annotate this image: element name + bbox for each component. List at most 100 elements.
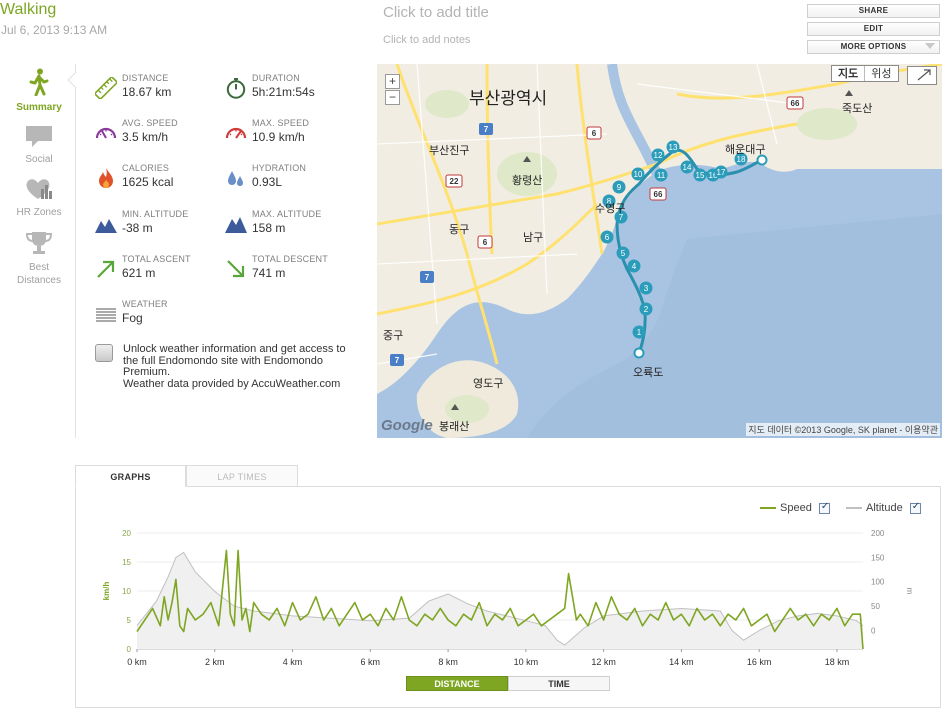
notes-field[interactable]: Click to add notes bbox=[383, 34, 470, 46]
svg-text:11: 11 bbox=[657, 171, 666, 180]
legend-swatch-speed bbox=[760, 507, 776, 510]
map-label-suyeong: 수영구 bbox=[595, 203, 626, 215]
svg-text:12: 12 bbox=[654, 151, 663, 160]
distance-toggle[interactable]: DISTANCE bbox=[406, 676, 508, 691]
speed-checkbox[interactable] bbox=[818, 501, 830, 514]
svg-text:4: 4 bbox=[632, 262, 637, 271]
x-tick: 0 km bbox=[127, 657, 147, 667]
svg-text:17: 17 bbox=[717, 168, 726, 177]
stat-label: MAX. ALTITUDE bbox=[252, 209, 322, 219]
nav-divider bbox=[75, 64, 76, 438]
ruler-icon bbox=[95, 77, 117, 99]
x-tick: 14 km bbox=[669, 657, 694, 667]
stat-label: DISTANCE bbox=[122, 73, 169, 83]
y-tick-left: 15 bbox=[122, 558, 131, 567]
map-type-satellite-button[interactable]: 위성 bbox=[865, 66, 897, 81]
stat-label: TOTAL DESCENT bbox=[252, 254, 328, 264]
map-label-bongnae: 봉래산 bbox=[439, 421, 470, 433]
stat-label: CALORIES bbox=[122, 163, 170, 173]
map-label-jung: 중구 bbox=[383, 330, 404, 342]
map-type-toggle[interactable]: 지도 위성 bbox=[831, 65, 899, 82]
stat-value: 621 m bbox=[122, 266, 156, 280]
tab-lap-times[interactable]: LAP TIMES bbox=[186, 465, 298, 487]
x-tick: 6 km bbox=[361, 657, 381, 667]
x-tick: 2 km bbox=[205, 657, 225, 667]
chart-legend: Speed Altitude bbox=[760, 501, 921, 514]
y-tick-left: 5 bbox=[127, 616, 132, 625]
tab-graphs[interactable]: GRAPHS bbox=[75, 465, 186, 487]
activity-date: Jul 6, 2013 9:13 AM bbox=[1, 23, 108, 37]
nav-pointer bbox=[67, 71, 85, 89]
expand-icon bbox=[917, 69, 931, 81]
chat-bubble-icon bbox=[26, 126, 52, 147]
legend-swatch-altitude bbox=[846, 507, 862, 510]
svg-text:66: 66 bbox=[791, 99, 800, 108]
premium-notice-text: Unlock weather information and get acces… bbox=[123, 343, 346, 378]
svg-text:66: 66 bbox=[654, 190, 663, 199]
more-options-button[interactable]: MORE OPTIONS bbox=[807, 40, 940, 54]
walking-icon bbox=[29, 68, 49, 97]
y-tick-right: 100 bbox=[871, 578, 885, 587]
y-tick-right: 0 bbox=[871, 626, 876, 635]
nav-item-best-distances[interactable]: Best Distances bbox=[8, 230, 70, 287]
stat-label: HYDRATION bbox=[252, 163, 307, 173]
nav-item-summary[interactable]: Summary bbox=[8, 68, 70, 114]
stat-value: -38 m bbox=[122, 221, 153, 235]
map-canvas: 1 2 3 4 5 6 7 8 9 10 11 12 13 14 15 16 1… bbox=[377, 64, 942, 438]
premium-icon bbox=[95, 344, 113, 362]
title-field[interactable]: Click to add title bbox=[383, 4, 489, 21]
stat-value: 0.93L bbox=[252, 175, 283, 189]
nav-label-social: Social bbox=[25, 154, 53, 165]
fullscreen-button[interactable] bbox=[907, 66, 937, 85]
svg-text:9: 9 bbox=[617, 183, 622, 192]
altitude-checkbox[interactable] bbox=[909, 501, 921, 514]
map-label-dongbaek: 죽도산 bbox=[842, 103, 873, 115]
svg-text:22: 22 bbox=[450, 177, 459, 186]
nav-item-hr-zones[interactable]: HR Zones bbox=[8, 177, 70, 219]
more-options-label: MORE OPTIONS bbox=[840, 42, 907, 51]
route-map[interactable]: 1 2 3 4 5 6 7 8 9 10 11 12 13 14 15 16 1… bbox=[377, 64, 942, 438]
svg-text:6: 6 bbox=[483, 238, 488, 247]
speedometer-max-icon bbox=[225, 127, 247, 139]
stat-value: 741 m bbox=[252, 266, 286, 280]
map-label-yeongdo: 영도구 bbox=[473, 378, 504, 390]
stat-value: 1625 kcal bbox=[122, 175, 174, 189]
mountain-icon bbox=[95, 219, 117, 233]
chevron-down-icon bbox=[925, 43, 935, 49]
nav-label-summary: Summary bbox=[16, 102, 62, 113]
svg-text:7: 7 bbox=[484, 125, 489, 134]
zoom-in-button[interactable]: + bbox=[385, 74, 400, 89]
y-tick-left: 10 bbox=[122, 587, 131, 596]
heart-chart-icon bbox=[26, 179, 52, 199]
map-copyright[interactable]: 지도 데이터 ©2013 Google, SK planet - 이용약관 bbox=[746, 423, 940, 436]
zoom-out-button[interactable]: − bbox=[385, 90, 400, 105]
stat-label: MAX. SPEED bbox=[252, 118, 310, 128]
fog-icon bbox=[96, 308, 116, 322]
svg-text:14: 14 bbox=[683, 163, 692, 172]
time-toggle[interactable]: TIME bbox=[508, 676, 610, 691]
x-tick: 4 km bbox=[283, 657, 303, 667]
share-button[interactable]: SHARE bbox=[807, 4, 940, 18]
svg-text:1: 1 bbox=[637, 328, 642, 337]
y-tick-right: 150 bbox=[871, 553, 885, 562]
nav-label-hr-zones: HR Zones bbox=[16, 207, 62, 218]
water-drops-icon bbox=[228, 171, 243, 186]
stat-label: AVG. SPEED bbox=[122, 118, 178, 128]
stat-label: MIN. ALTITUDE bbox=[122, 209, 189, 219]
flame-icon bbox=[99, 168, 113, 188]
x-tick: 18 km bbox=[825, 657, 850, 667]
trophy-icon bbox=[25, 232, 53, 254]
nav-item-social[interactable]: Social bbox=[8, 124, 70, 166]
stat-value: 5h:21m:54s bbox=[252, 85, 315, 99]
x-tick: 12 km bbox=[591, 657, 616, 667]
y-tick-left: 20 bbox=[122, 529, 131, 538]
y-tick-right: 50 bbox=[871, 602, 880, 611]
stat-value: 10.9 km/h bbox=[252, 130, 305, 144]
svg-text:13: 13 bbox=[669, 143, 678, 152]
stat-value: 3.5 km/h bbox=[122, 130, 169, 144]
mountain-peak-icon bbox=[225, 217, 247, 233]
arrow-down-right-icon bbox=[227, 260, 245, 278]
edit-button[interactable]: EDIT bbox=[807, 22, 940, 36]
svg-text:2: 2 bbox=[644, 305, 649, 314]
map-type-map-button[interactable]: 지도 bbox=[832, 66, 866, 81]
